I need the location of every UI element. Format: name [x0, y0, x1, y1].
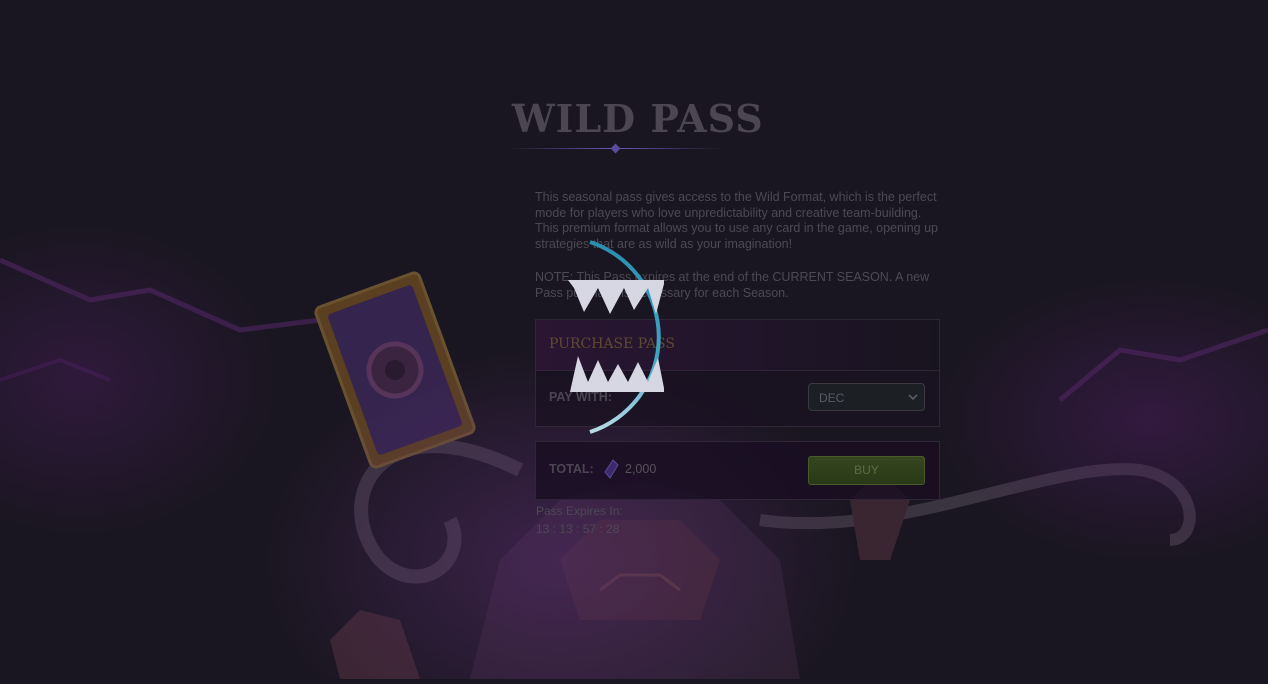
currency-select[interactable]: DEC	[808, 383, 925, 411]
expires-countdown: 13 : 13 : 57 : 28	[536, 522, 620, 536]
total-amount: 2,000	[625, 462, 657, 476]
currency-select-value: DEC	[819, 391, 845, 405]
expires-label: Pass Expires In:	[536, 504, 623, 518]
total-panel: TOTAL: 2,000 BUY	[535, 441, 940, 500]
buy-button[interactable]: BUY	[808, 456, 925, 485]
total-label: TOTAL:	[549, 462, 594, 476]
page-title: WILD PASS	[512, 96, 764, 141]
dark-energy-crystal-icon	[604, 459, 619, 479]
divider-gem-icon	[610, 143, 621, 154]
loading-spinner-icon	[568, 240, 664, 434]
chevron-down-icon	[908, 394, 918, 401]
